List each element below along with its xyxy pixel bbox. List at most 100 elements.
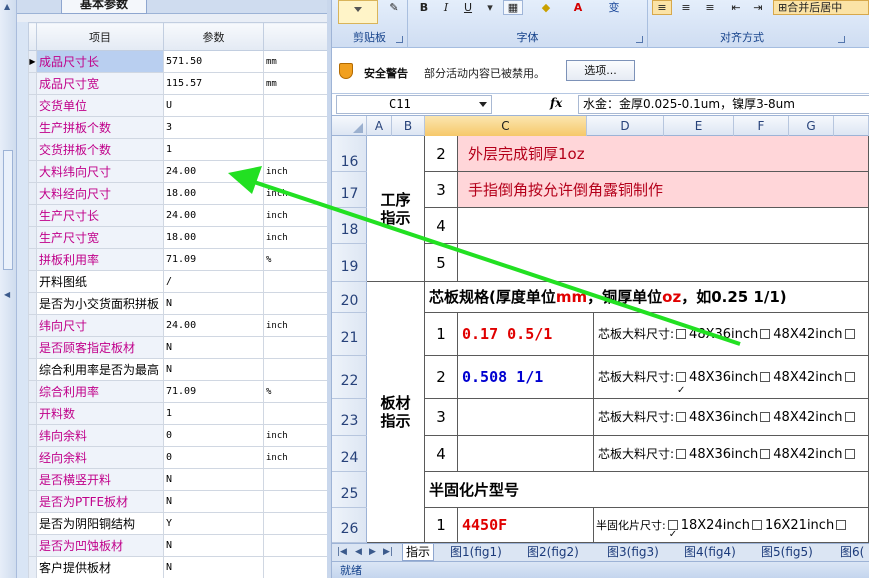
phonetic-button[interactable]: 变 [604, 0, 624, 15]
core-spec-cell[interactable] [458, 399, 594, 436]
sheet-tab[interactable]: 图3(fig3) [604, 544, 662, 561]
sheet-tab[interactable]: 图5(fig5) [758, 544, 816, 561]
column-header-next[interactable] [834, 116, 869, 136]
size-checkbox-3[interactable] [844, 412, 855, 422]
row-selector[interactable] [28, 182, 37, 205]
merge-center-button[interactable]: ⊞合并后居中 [773, 0, 869, 15]
row-header-22[interactable]: 22 [332, 356, 367, 399]
column-header-d[interactable]: D [587, 116, 664, 136]
param-value[interactable]: 24.00 [163, 160, 264, 183]
row-selector[interactable] [28, 292, 37, 315]
param-value[interactable]: U [163, 94, 264, 117]
row-selector[interactable] [28, 226, 37, 249]
row-selector[interactable] [28, 314, 37, 337]
row-header-26[interactable]: 26 [332, 508, 367, 543]
param-row[interactable]: 纬向尺寸 24.00 inch [28, 314, 328, 337]
prev-sheet-icon[interactable]: ◀ [352, 544, 365, 561]
param-value[interactable]: 1 [163, 138, 264, 161]
param-row[interactable]: 综合利用率是否为最高 N [28, 358, 328, 381]
row-selector[interactable] [28, 94, 37, 117]
param-value[interactable]: N [163, 490, 264, 513]
param-row[interactable]: 是否横竖开料 N [28, 468, 328, 491]
row-selector[interactable] [28, 534, 37, 557]
column-header-g[interactable]: G [789, 116, 834, 136]
param-row[interactable]: 是否为阴阳铜结构 Y [28, 512, 328, 535]
next-sheet-icon[interactable]: ▶ [366, 544, 379, 561]
select-all-corner[interactable] [332, 116, 367, 136]
param-value[interactable]: 24.00 [163, 314, 264, 337]
param-value[interactable]: 71.09 [163, 248, 264, 271]
param-value[interactable]: N [163, 556, 264, 578]
param-value[interactable]: 71.09 [163, 380, 264, 403]
size-checkbox-1[interactable] [676, 369, 687, 398]
size-checkbox-3[interactable] [836, 520, 847, 530]
instruction-cell[interactable] [458, 208, 869, 244]
row-selector[interactable] [28, 270, 37, 293]
align-center-icon[interactable]: ≡ [676, 0, 696, 15]
row-header-19[interactable]: 19 [332, 244, 367, 282]
size-checkbox-2[interactable] [760, 372, 771, 382]
param-value[interactable]: Y [163, 512, 264, 535]
core-size-cell[interactable]: 芯板大料尺寸: 48X36inch 48X42inch [594, 356, 869, 399]
increase-indent-icon[interactable]: ⇥ [748, 0, 768, 15]
row-selector[interactable] [28, 380, 37, 403]
grid-header-param[interactable]: 参数 [163, 22, 264, 51]
instruction-cell[interactable] [458, 244, 869, 282]
size-checkbox-2[interactable] [760, 449, 771, 459]
row-header-24[interactable]: 24 [332, 436, 367, 472]
row-selector[interactable] [28, 204, 37, 227]
sheet-grid[interactable]: 工序 指示 2 外层完成铜厚1oz 3 手指倒角按允许倒角露铜制作 4 5 板材 指示 芯板规格… [367, 136, 869, 543]
param-row[interactable]: 生产尺寸宽 18.00 inch [28, 226, 328, 249]
row-header-23[interactable]: 23 [332, 399, 367, 436]
core-size-cell[interactable]: 芯板大料尺寸: 48X36inch 48X42inch [594, 399, 869, 436]
param-value[interactable]: 115.57 [163, 72, 264, 95]
param-row[interactable]: ▶ 成品尺寸长 571.50 mm [28, 50, 328, 73]
row-selector[interactable] [28, 116, 37, 139]
row-selector[interactable] [28, 446, 37, 469]
size-checkbox-2[interactable] [760, 329, 771, 339]
param-row[interactable]: 成品尺寸宽 115.57 mm [28, 72, 328, 95]
format-painter-icon[interactable]: ✎ [384, 0, 404, 15]
row-header-16[interactable]: 16 [332, 136, 367, 172]
formula-input[interactable]: 水金：金厚0.025-0.1um，镍厚3-8um [578, 95, 869, 114]
param-value[interactable]: 1 [163, 402, 264, 425]
param-value[interactable]: 0 [163, 446, 264, 469]
param-value[interactable]: N [163, 468, 264, 491]
size-checkbox-1[interactable] [667, 517, 678, 542]
column-header-f[interactable]: F [734, 116, 789, 136]
param-row[interactable]: 是否为凹蚀板材 N [28, 534, 328, 557]
prepreg-size-cell[interactable]: 半固化片尺寸: 18X24inch 16X21inch [594, 508, 869, 543]
size-checkbox-3[interactable] [844, 329, 855, 339]
prepreg-spec-cell[interactable]: 4450F [458, 508, 594, 543]
decrease-indent-icon[interactable]: ⇤ [726, 0, 746, 15]
param-value[interactable]: N [163, 292, 264, 315]
column-header-a[interactable]: A [367, 116, 392, 136]
bold-button[interactable]: B [414, 0, 434, 15]
row-selector[interactable] [28, 556, 37, 578]
row-selector[interactable] [28, 424, 37, 447]
param-row[interactable]: 综合利用率 71.09% [28, 380, 328, 403]
sheet-tab[interactable]: 指示 [402, 544, 435, 561]
current-row-icon[interactable]: ▶ [28, 50, 37, 73]
last-sheet-icon[interactable]: ▶| [380, 544, 396, 561]
param-row[interactable]: 大料纬向尺寸 24.00 inch [28, 160, 328, 183]
param-row[interactable]: 纬向余料 0 inch [28, 424, 328, 447]
instruction-cell[interactable]: 手指倒角按允许倒角露铜制作 [458, 172, 869, 208]
param-row[interactable]: 生产拼板个数 3 [28, 116, 328, 139]
param-row[interactable]: 交货单位 U [28, 94, 328, 117]
param-row[interactable]: 经向余料 0 inch [28, 446, 328, 469]
size-checkbox-2[interactable] [760, 412, 771, 422]
column-header-b[interactable]: B [392, 116, 425, 136]
param-row[interactable]: 是否顾客指定板材 N [28, 336, 328, 359]
row-header-20[interactable]: 20 [332, 282, 367, 313]
row-selector[interactable] [28, 358, 37, 381]
grid-header-unit[interactable] [263, 22, 328, 51]
collapse-left-icon[interactable]: ◀ [4, 290, 10, 299]
insert-function-button[interactable]: fx [550, 96, 562, 110]
core-spec-cell[interactable]: 0.508 1/1 [458, 356, 594, 399]
param-value[interactable]: 18.00 [163, 226, 264, 249]
font-color-button[interactable]: A [568, 0, 588, 15]
vertical-scrollbar[interactable]: ▲ ◀ [0, 0, 17, 578]
param-value[interactable]: 3 [163, 116, 264, 139]
font-launcher-icon[interactable] [636, 36, 643, 43]
